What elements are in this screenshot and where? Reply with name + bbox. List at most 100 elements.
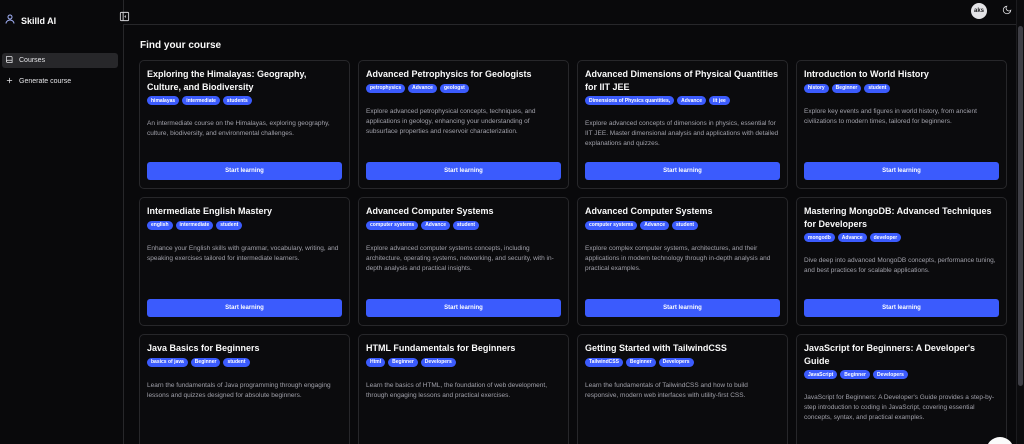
course-title: Intermediate English Mastery xyxy=(147,206,273,216)
start-learning-button[interactable]: Start learning xyxy=(804,162,999,180)
course-title: Advanced Dimensions of Physical Quantiti… xyxy=(585,69,779,92)
theme-toggle-button[interactable] xyxy=(1000,4,1014,18)
course-title: Mastering MongoDB: Advanced Techniques f… xyxy=(804,206,992,229)
course-title: Advanced Computer Systems xyxy=(585,206,713,216)
sidebar-item-label: Courses xyxy=(19,57,46,64)
tag-list: petrophysics Advance geologst xyxy=(366,83,561,93)
course-tag: Beginner xyxy=(625,357,656,367)
course-tag: Dimensions of Physics quantities, xyxy=(585,96,675,105)
course-tag: Developers xyxy=(420,357,456,367)
course-description: Enhance your English skills with grammar… xyxy=(147,244,339,262)
course-title: HTML Fundamentals for Beginners xyxy=(366,343,516,353)
start-learning-button[interactable]: Start learning xyxy=(585,299,780,317)
course-tag: Html xyxy=(366,357,386,367)
start-learning-button[interactable]: Start learning xyxy=(585,162,780,180)
course-tag: student xyxy=(216,220,243,230)
sidebar-item-label: Generate course xyxy=(19,78,72,85)
avatar[interactable]: aks xyxy=(971,3,987,19)
course-description: Explore advanced petrophysical concepts,… xyxy=(366,107,536,135)
course-tag: basics of java xyxy=(147,357,188,367)
course-tag: intermediate xyxy=(182,96,220,105)
course-tag: student xyxy=(672,220,699,230)
course-title: JavaScript for Beginners: A Developer's … xyxy=(804,343,976,366)
user-icon xyxy=(4,12,16,30)
top-header: aks xyxy=(124,0,1020,25)
course-tag: JavaScript xyxy=(804,370,838,379)
tag-list: mongodb Advance developer xyxy=(804,233,999,242)
course-description: Explore advanced concepts of dimensions … xyxy=(585,120,779,147)
tag-list: computer systems Advance student xyxy=(366,220,561,230)
course-tag: Developers xyxy=(872,370,908,379)
course-description: Learn the fundamentals of TailwindCSS an… xyxy=(585,381,748,399)
course-card: Advanced Computer Systems computer syste… xyxy=(577,197,788,326)
course-card: Advanced Dimensions of Physical Quantiti… xyxy=(577,60,788,189)
tag-list: himalayas intermediate students xyxy=(147,96,342,105)
scrollbar[interactable] xyxy=(1016,0,1024,444)
course-tag: intermediate xyxy=(175,220,214,230)
tag-list: computer systems Advance student xyxy=(585,220,780,230)
tag-list: english intermediate student xyxy=(147,220,342,230)
plus-icon xyxy=(5,76,14,87)
course-tag: students xyxy=(222,96,252,105)
app-root: Skilld AI Courses Generate course aks Fi… xyxy=(0,0,1024,444)
course-description: JavaScript for Beginners: A Developer's … xyxy=(804,394,995,421)
brand-name: Skilld AI xyxy=(21,16,57,26)
course-description: Dive deep into advanced MongoDB concepts… xyxy=(804,257,996,274)
course-tag: mongodb xyxy=(804,233,835,242)
course-tag: Advance xyxy=(640,220,670,230)
course-grid: Exploring the Himalayas: Geography, Cult… xyxy=(139,60,1011,444)
course-tag: computer systems xyxy=(585,220,638,230)
course-tag: history xyxy=(804,83,829,93)
start-learning-button[interactable]: Start learning xyxy=(366,299,561,317)
course-tag: Beginner xyxy=(831,83,862,93)
tag-list: basics of java Beginner student xyxy=(147,357,342,367)
start-learning-button[interactable]: Start learning xyxy=(366,162,561,180)
page-title: Find your course xyxy=(140,40,222,51)
sidebar: Skilld AI Courses Generate course xyxy=(0,0,124,444)
tag-list: JavaScript Beginner Developers xyxy=(804,370,999,379)
tag-list: history Beginner student xyxy=(804,83,999,93)
course-card: Advanced Petrophysics for Geologists pet… xyxy=(358,60,569,189)
tag-list: TailwindCSS Beginner Developers xyxy=(585,357,780,367)
course-tag: petrophysics xyxy=(366,83,406,93)
start-learning-button[interactable]: Start learning xyxy=(147,299,342,317)
course-title: Advanced Petrophysics for Geologists xyxy=(366,69,532,79)
course-title: Java Basics for Beginners xyxy=(147,343,260,353)
brand[interactable]: Skilld AI xyxy=(4,12,56,30)
course-title: Exploring the Himalayas: Geography, Cult… xyxy=(147,69,307,92)
course-card: JavaScript for Beginners: A Developer's … xyxy=(796,334,1007,444)
course-title: Advanced Computer Systems xyxy=(366,206,494,216)
course-description: Learn the basics of HTML, the foundation… xyxy=(366,381,548,399)
course-card: Mastering MongoDB: Advanced Techniques f… xyxy=(796,197,1007,326)
course-tag: Developers xyxy=(658,357,694,367)
course-description: Explore complex computer systems, archit… xyxy=(585,244,771,272)
course-tag: computer systems xyxy=(366,220,419,230)
course-tag: Advance xyxy=(408,83,437,93)
course-tag: developer xyxy=(869,233,902,242)
course-card: Intermediate English Mastery english int… xyxy=(139,197,350,326)
course-tag: Beginner xyxy=(840,370,870,379)
start-learning-button[interactable]: Start learning xyxy=(147,162,342,180)
course-card: Getting Started with TailwindCSS Tailwin… xyxy=(577,334,788,444)
course-tag: student xyxy=(864,83,891,93)
course-tag: himalayas xyxy=(147,96,180,105)
course-tag: english xyxy=(147,220,173,230)
moon-icon xyxy=(1002,2,1012,20)
course-description: Learn the fundamentals of Java programmi… xyxy=(147,381,331,399)
sidebar-item-courses[interactable]: Courses xyxy=(2,53,118,68)
course-title: Getting Started with TailwindCSS xyxy=(585,343,727,353)
course-tag: Beginner xyxy=(388,357,418,367)
start-learning-button[interactable]: Start learning xyxy=(804,299,999,317)
course-tag: student xyxy=(223,357,250,367)
course-description: Explore key events and figures in world … xyxy=(804,107,977,125)
book-icon xyxy=(5,55,14,66)
sidebar-item-generate-course[interactable]: Generate course xyxy=(2,74,118,89)
course-title: Introduction to World History xyxy=(804,69,929,79)
tag-list: Dimensions of Physics quantities, Advanc… xyxy=(585,96,780,105)
course-card: HTML Fundamentals for Beginners Html Beg… xyxy=(358,334,569,444)
scrollbar-thumb[interactable] xyxy=(1018,26,1023,386)
course-description: An intermediate course on the Himalayas,… xyxy=(147,120,330,137)
course-tag: student xyxy=(453,220,480,230)
course-tag: Beginner xyxy=(190,357,221,367)
course-card: Exploring the Himalayas: Geography, Cult… xyxy=(139,60,350,189)
